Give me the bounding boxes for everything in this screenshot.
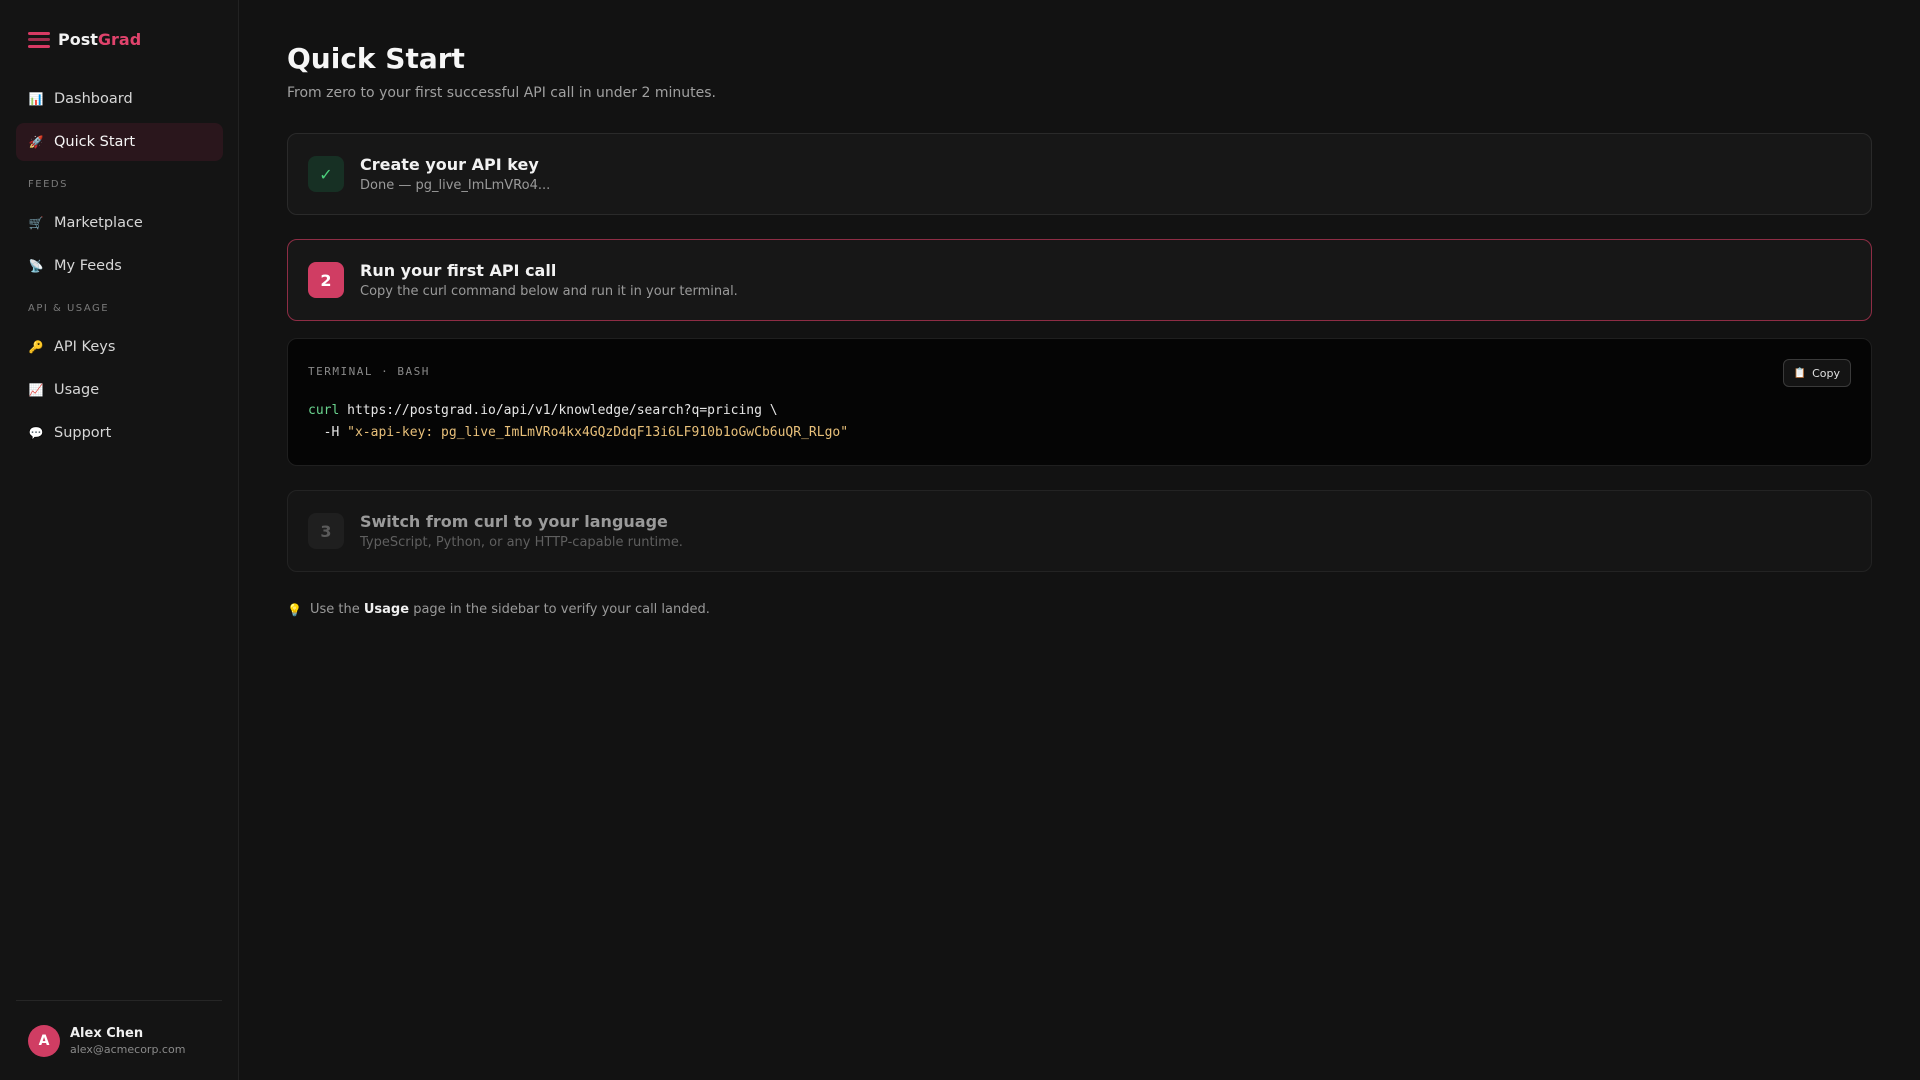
sidebar-item-marketplace[interactable]: 🛒 Marketplace [16, 204, 223, 242]
clipboard-icon: 📋 [1793, 367, 1807, 379]
step-description: Copy the curl command below and run it i… [360, 284, 738, 299]
section-title-api-usage: API & USAGE [28, 303, 110, 314]
step-card-first-call: 2 Run your first API call Copy the curl … [287, 239, 1872, 321]
user-email: alex@acmecorp.com [70, 1042, 186, 1056]
sidebar-item-label: Marketplace [54, 215, 143, 231]
page-title: Quick Start [287, 42, 465, 75]
lightbulb-icon: 💡 [287, 602, 302, 617]
tip-suffix: page in the sidebar to verify your call … [413, 602, 710, 617]
trend-icon: 📈 [28, 383, 44, 397]
step-number-badge: 3 [308, 513, 344, 549]
step-title: Run your first API call [360, 261, 557, 280]
step-description: Done — pg_live_ImLmVRo4... [360, 178, 551, 193]
step-card-create-key: ✓ Create your API key Done — pg_live_ImL… [287, 133, 1872, 215]
logo-icon [28, 31, 50, 48]
step-title: Create your API key [360, 155, 539, 174]
sidebar-item-label: API Keys [54, 339, 116, 355]
section-title-feeds: FEEDS [28, 179, 68, 190]
rocket-icon: 🚀 [28, 135, 44, 149]
sidebar-item-label: Usage [54, 382, 100, 398]
brand-logo[interactable]: PostGrad [28, 30, 141, 49]
brand-name-part1: Post [58, 30, 98, 49]
tip-text: 💡 Use the Usage page in the sidebar to v… [287, 602, 1872, 617]
brand-name-part2: Grad [97, 30, 142, 49]
code-url: https://postgrad.io/api/v1/knowledge/sea… [339, 403, 778, 418]
sidebar-item-quick-start[interactable]: 🚀 Quick Start [16, 123, 223, 161]
satellite-icon: 📡 [28, 259, 44, 273]
main-content: Quick Start From zero to your first succ… [239, 0, 1920, 1080]
user-name: Alex Chen [70, 1025, 144, 1041]
code-flag: -H [308, 425, 348, 440]
step-card-switch-language: 3 Switch from curl to your language Type… [287, 490, 1872, 572]
tip-usage-link[interactable]: Usage [364, 602, 409, 617]
terminal-code-block: TERMINAL · BASH 📋 Copy curl https://post… [287, 338, 1872, 466]
user-profile[interactable]: A Alex Chen alex@acmecorp.com [16, 1000, 222, 1080]
sidebar-item-label: My Feeds [54, 258, 122, 274]
sidebar-item-label: Quick Start [54, 134, 136, 150]
speech-bubble-icon: 💬 [28, 426, 44, 440]
step-number-badge: 2 [308, 262, 344, 298]
sidebar-nav: 📊 Dashboard 🚀 Quick Start FEEDS 🛒 Market… [16, 80, 223, 457]
key-icon: 🔑 [28, 340, 44, 354]
sidebar-item-dashboard[interactable]: 📊 Dashboard [16, 80, 223, 118]
code-header-string: "x-api-key: pg_live_ImLmVRo4kx4GQzDdqF13… [347, 425, 849, 440]
cart-icon: 🛒 [28, 216, 44, 230]
copy-button[interactable]: 📋 Copy [1782, 359, 1851, 387]
copy-button-label: Copy [1812, 366, 1840, 380]
sidebar-item-label: Support [54, 425, 112, 441]
sidebar-item-my-feeds[interactable]: 📡 My Feeds [16, 247, 223, 285]
step-description: TypeScript, Python, or any HTTP-capable … [360, 535, 683, 550]
page-subtitle: From zero to your first successful API c… [287, 85, 716, 101]
checkmark-icon: ✓ [308, 156, 344, 192]
chart-icon: 📊 [28, 92, 44, 106]
sidebar-item-support[interactable]: 💬 Support [16, 414, 223, 452]
sidebar: PostGrad 📊 Dashboard 🚀 Quick Start FEEDS… [0, 0, 239, 1080]
sidebar-item-api-keys[interactable]: 🔑 API Keys [16, 328, 223, 366]
terminal-label: TERMINAL · BASH [308, 365, 430, 378]
code-command: curl [308, 403, 340, 418]
sidebar-item-label: Dashboard [54, 91, 133, 107]
tip-prefix: Use the [309, 602, 360, 617]
sidebar-item-usage[interactable]: 📈 Usage [16, 371, 223, 409]
app-root: PostGrad 📊 Dashboard 🚀 Quick Start FEEDS… [0, 0, 1920, 1080]
avatar: A [28, 1024, 60, 1057]
code-snippet[interactable]: curl https://postgrad.io/api/v1/knowledg… [308, 400, 1851, 444]
step-title: Switch from curl to your language [360, 512, 668, 531]
